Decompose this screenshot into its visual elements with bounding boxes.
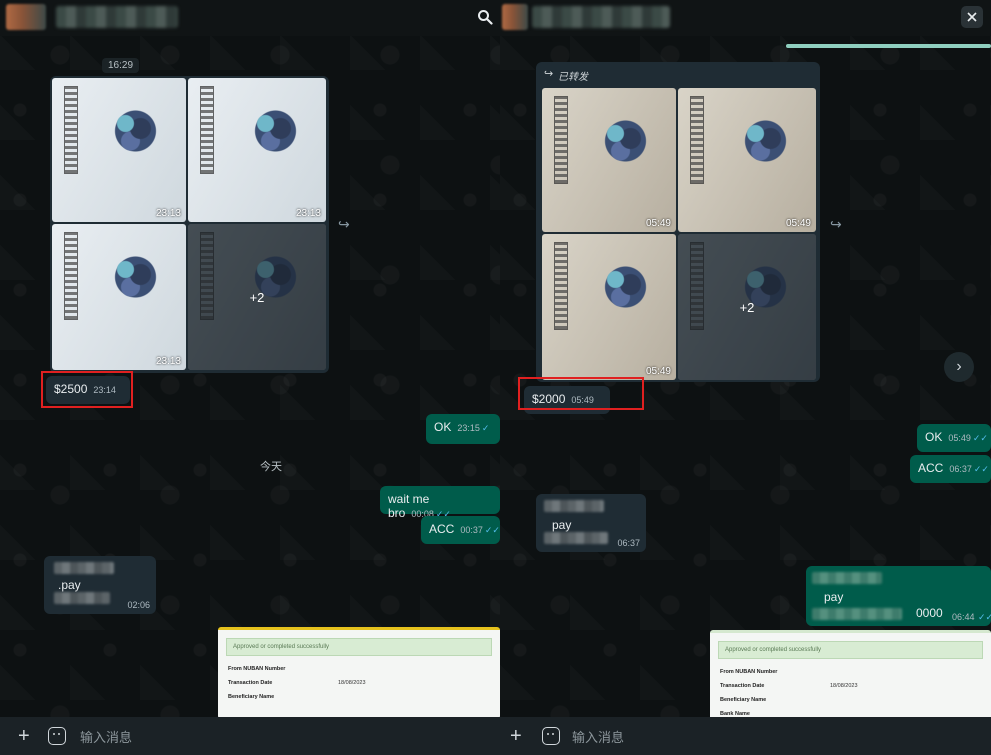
album-photo-more[interactable]: +2	[188, 224, 326, 370]
message-input[interactable]: 输入消息	[572, 727, 624, 746]
message-text: .pay	[58, 578, 81, 592]
message-text: OK	[925, 430, 943, 444]
message-text: ACC	[429, 522, 455, 536]
album-photo[interactable]: 05:49	[678, 88, 816, 232]
album-photo[interactable]: 23:13	[188, 78, 326, 222]
more-count: +2	[188, 224, 326, 370]
message-time: 05:49	[948, 433, 971, 443]
message-time: 06:37	[617, 538, 640, 548]
album-photo[interactable]: 05:49	[542, 234, 676, 380]
chat-pane-left: 16:29 23:13 23:13 23:13 +2 ↪ $2500 23:14 …	[0, 0, 500, 755]
album-photo[interactable]: 05:49	[542, 88, 676, 232]
message-input[interactable]: 输入消息	[80, 727, 132, 746]
message-acc[interactable]: ACC 06:37 ✓✓	[910, 455, 991, 483]
photo-time: 23:13	[155, 356, 181, 367]
message-composer: + 输入消息	[0, 717, 500, 755]
chevron-right-icon[interactable]: ›	[944, 352, 974, 382]
read-ticks-icon: ✓✓	[973, 464, 989, 474]
contact-avatar[interactable]	[502, 4, 528, 30]
search-icon[interactable]	[476, 8, 494, 26]
message-pay-in[interactable]: pay 06:37	[536, 494, 646, 552]
chat-header[interactable]	[0, 0, 500, 36]
sticker-icon[interactable]	[542, 727, 560, 745]
time-pill: 16:29	[102, 58, 140, 73]
message-time: 00:37	[460, 525, 483, 535]
message-text: ACC	[918, 461, 944, 475]
message-wait[interactable]: wait me bro 00:08 ✓✓	[380, 486, 500, 520]
message-text: pay	[824, 590, 844, 604]
day-label: 今天	[260, 461, 282, 473]
message-pay[interactable]: .pay 02:06	[44, 556, 156, 614]
read-ticks-icon: ✓✓	[972, 433, 988, 443]
forwarded-label: 已转发	[558, 72, 588, 83]
blurred-content	[812, 608, 902, 620]
message-ok[interactable]: OK 23:15 ✓	[426, 414, 500, 444]
message-pay-out[interactable]: pay 0000 06:44 ✓✓	[806, 566, 991, 626]
receipt-row: Transaction Date 18/08/2023	[720, 683, 858, 689]
blurred-content	[54, 562, 114, 574]
highlight-box	[518, 377, 644, 410]
more-count: +2	[678, 234, 816, 380]
contact-avatar[interactable]	[6, 4, 46, 30]
receipt-banner: Approved or completed successfully	[226, 638, 492, 656]
plus-icon[interactable]: +	[510, 725, 522, 748]
photo-time: 05:49	[645, 218, 671, 229]
message-time: 23:15	[457, 423, 480, 433]
photo-time: 05:49	[785, 218, 811, 229]
receipt-row: Transaction Date 18/08/2023	[228, 680, 366, 686]
chat-header[interactable]	[500, 0, 991, 36]
sticker-icon[interactable]	[48, 727, 66, 745]
receipt-row: From NUBAN Number	[720, 669, 778, 675]
message-time: 06:37	[949, 464, 972, 474]
album-photo[interactable]: 23:13	[52, 78, 186, 222]
forward-icon[interactable]: ↪	[338, 216, 350, 233]
read-ticks-icon: ✓	[481, 423, 490, 433]
message-time: 02:06	[127, 600, 150, 610]
contact-name[interactable]	[56, 6, 178, 28]
receipt-image[interactable]: Approved or completed successfully From …	[218, 627, 500, 719]
highlight-box	[41, 371, 133, 408]
blurred-content	[812, 572, 882, 584]
contact-name[interactable]	[532, 6, 670, 28]
album-photo[interactable]: 23:13	[52, 224, 186, 370]
payment-amount: 0000	[916, 606, 943, 620]
receipt-image[interactable]: Approved or completed successfully From …	[710, 630, 991, 720]
message-text: OK	[434, 420, 452, 434]
album-photo-more[interactable]: +2	[678, 234, 816, 380]
blurred-content	[54, 592, 110, 604]
read-ticks-icon: ✓✓	[484, 525, 500, 535]
photo-album[interactable]: ↪ 已转发 05:49 05:49 05:49 +2	[536, 62, 820, 382]
message-acc[interactable]: ACC 00:37 ✓✓	[421, 516, 500, 544]
photo-time: 05:49	[645, 366, 671, 377]
read-ticks-icon: ✓✓	[978, 612, 991, 622]
message-ok[interactable]: OK 05:49 ✓✓	[917, 424, 991, 452]
chat-pane-right: ↪ 已转发 05:49 05:49 05:49 +2 ↪ › $2000 05:4…	[500, 0, 991, 755]
blurred-content	[544, 500, 604, 512]
blurred-content	[544, 532, 608, 544]
progress-strip	[786, 44, 991, 48]
plus-icon[interactable]: +	[18, 725, 30, 748]
forwarded-icon: ↪	[544, 68, 554, 80]
photo-album[interactable]: 23:13 23:13 23:13 +2	[50, 76, 329, 373]
message-composer: + 输入消息	[500, 717, 991, 755]
receipt-row: Beneficiary Name	[228, 694, 275, 700]
receipt-banner: Approved or completed successfully	[718, 641, 983, 659]
message-time: 06:44	[952, 612, 975, 622]
message-text: pay	[552, 518, 572, 532]
photo-time: 23:13	[155, 208, 181, 219]
receipt-row: Beneficiary Name	[720, 697, 767, 703]
photo-time: 23:13	[295, 208, 321, 219]
close-icon[interactable]	[961, 6, 983, 28]
forward-icon[interactable]: ↪	[830, 216, 842, 233]
receipt-row: From NUBAN Number	[228, 666, 286, 672]
